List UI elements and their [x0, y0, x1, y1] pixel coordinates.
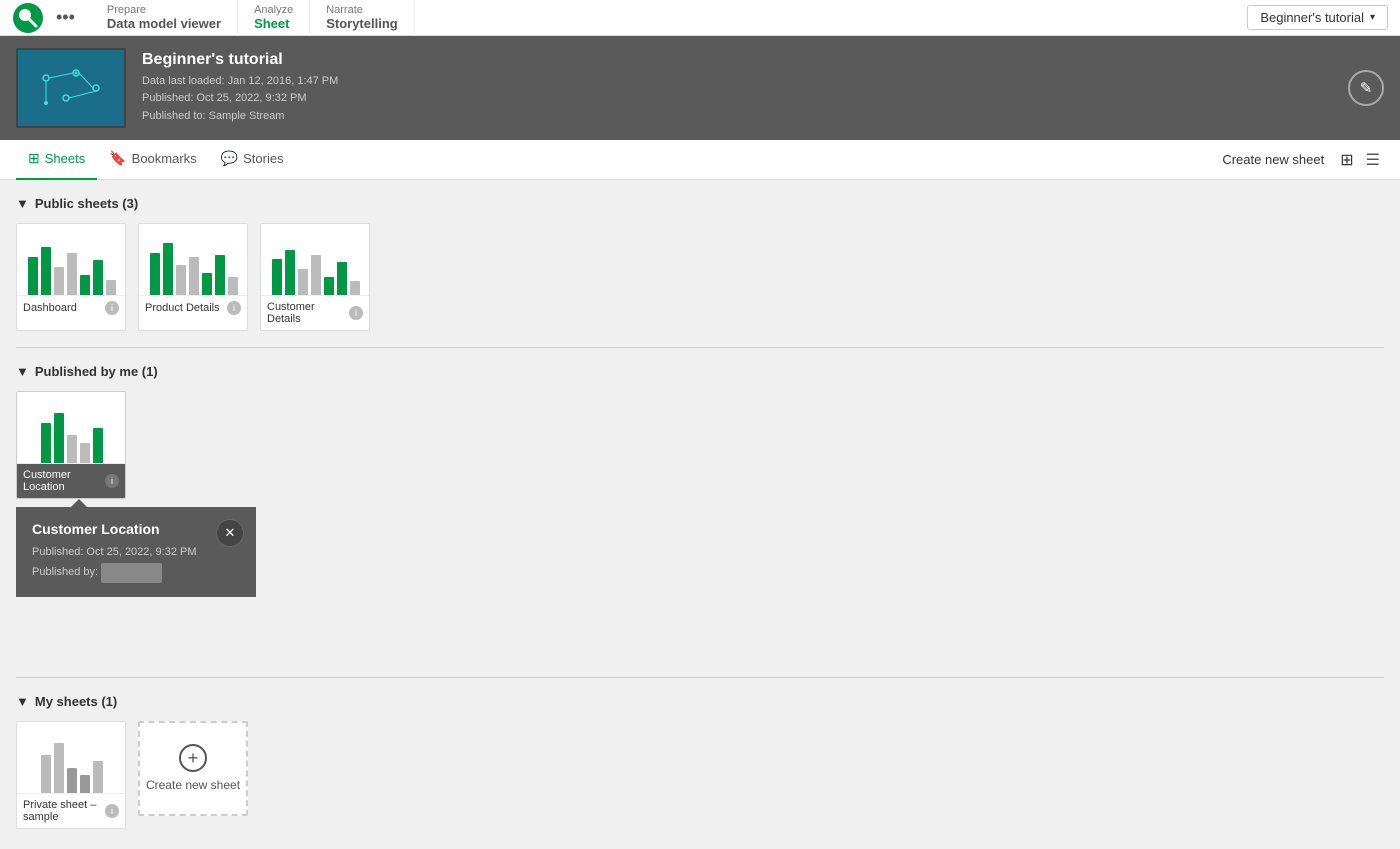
list-view-button[interactable]: ☰ — [1362, 148, 1384, 172]
customer-location-info-icon[interactable]: i — [105, 474, 119, 488]
dashboard-info-icon[interactable]: i — [105, 301, 119, 315]
customer-details-chart — [272, 243, 360, 295]
chevron-down-icon: ▾ — [1370, 12, 1375, 23]
sheet-card-customer-location[interactable]: Customer Location i — [16, 391, 126, 499]
product-details-info-icon[interactable]: i — [227, 301, 241, 315]
stories-icon: 💬 — [221, 150, 238, 167]
customer-location-label: Customer Location — [23, 469, 105, 493]
grid-view-button[interactable]: ⊞ — [1336, 148, 1357, 172]
my-sheets-header: ▼ My sheets (1) — [16, 694, 1384, 709]
create-new-sheet-card[interactable]: + Create new sheet — [138, 721, 248, 816]
section-divider-1 — [16, 347, 1384, 348]
info-popup-published-by: Published by: — [32, 563, 240, 583]
app-data-loaded: Data last loaded: Jan 12, 2016, 1:47 PM — [142, 73, 338, 91]
info-popup-title: Customer Location — [32, 521, 240, 537]
tab-bookmarks[interactable]: 🔖 Bookmarks — [97, 140, 208, 180]
private-sheet-info-icon[interactable]: i — [105, 804, 119, 818]
product-details-label: Product Details — [145, 302, 220, 314]
published-by-blurred — [101, 563, 162, 583]
app-info: Beginner's tutorial Data last loaded: Ja… — [142, 51, 338, 126]
sheet-card-product-details[interactable]: Product Details i — [138, 223, 248, 331]
info-popup-close-button[interactable]: ✕ — [216, 519, 244, 547]
app-published: Published: Oct 25, 2022, 9:32 PM — [142, 90, 338, 108]
app-published-to: Published to: Sample Stream — [142, 108, 338, 126]
nav-prepare[interactable]: Prepare Data model viewer — [91, 0, 238, 36]
sheet-card-private-sample[interactable]: Private sheet – sample i — [16, 721, 126, 829]
dashboard-label: Dashboard — [23, 302, 77, 314]
customer-details-info-icon[interactable]: i — [349, 306, 363, 320]
private-sheet-chart — [41, 741, 103, 793]
tab-sheets[interactable]: ⊞ Sheets — [16, 140, 97, 180]
tabs-bar: ⊞ Sheets 🔖 Bookmarks 💬 Stories Create ne… — [0, 140, 1400, 180]
edit-button[interactable]: ✎ — [1348, 70, 1384, 106]
section-divider-2 — [16, 677, 1384, 678]
info-popup: ✕ Customer Location Published: Oct 25, 2… — [16, 507, 256, 597]
product-details-chart — [150, 243, 238, 295]
private-sheet-label: Private sheet – sample — [23, 799, 105, 823]
more-options-icon[interactable]: ••• — [56, 7, 75, 28]
tab-stories[interactable]: 💬 Stories — [209, 140, 296, 180]
collapse-published-icon[interactable]: ▼ — [16, 364, 29, 379]
my-sheets-row: Private sheet – sample i + Create new sh… — [16, 721, 1384, 829]
top-nav: ••• Prepare Data model viewer Analyze Sh… — [0, 0, 1400, 36]
dashboard-chart — [28, 243, 116, 295]
nav-analyze[interactable]: Analyze Sheet — [238, 0, 310, 36]
public-sheets-row: Dashboard i Product Details i — [16, 223, 1384, 331]
published-by-me-header: ▼ Published by me (1) — [16, 364, 1384, 379]
content-area: ▼ Public sheets (3) Dashboard i — [0, 180, 1400, 849]
create-new-sheet-button[interactable]: Create new sheet — [1222, 152, 1324, 167]
app-title: Beginner's tutorial — [142, 51, 338, 69]
app-selector-button[interactable]: Beginner's tutorial ▾ — [1247, 5, 1388, 30]
sheet-card-customer-details[interactable]: Customer Details i — [260, 223, 370, 331]
app-thumbnail — [16, 48, 126, 128]
collapse-my-sheets-icon[interactable]: ▼ — [16, 694, 29, 709]
customer-location-chart — [41, 411, 103, 463]
sheets-icon: ⊞ — [28, 150, 40, 167]
create-plus-icon: + — [179, 744, 207, 772]
popup-arrow — [71, 499, 87, 507]
published-by-me-row: Customer Location i — [16, 391, 1384, 499]
create-card-label: Create new sheet — [146, 778, 240, 792]
customer-details-label: Customer Details — [267, 301, 349, 325]
public-sheets-header: ▼ Public sheets (3) — [16, 196, 1384, 211]
info-popup-published: Published: Oct 25, 2022, 9:32 PM — [32, 543, 240, 563]
edit-icon: ✎ — [1360, 79, 1373, 97]
sheet-card-dashboard[interactable]: Dashboard i — [16, 223, 126, 331]
qlik-logo[interactable] — [12, 2, 44, 34]
bookmarks-icon: 🔖 — [109, 150, 126, 167]
nav-narrate[interactable]: Narrate Storytelling — [310, 0, 415, 36]
app-header: Beginner's tutorial Data last loaded: Ja… — [0, 36, 1400, 140]
info-popup-container: ✕ Customer Location Published: Oct 25, 2… — [16, 507, 256, 597]
collapse-icon[interactable]: ▼ — [16, 196, 29, 211]
view-toggle: ⊞ ☰ — [1336, 148, 1384, 172]
